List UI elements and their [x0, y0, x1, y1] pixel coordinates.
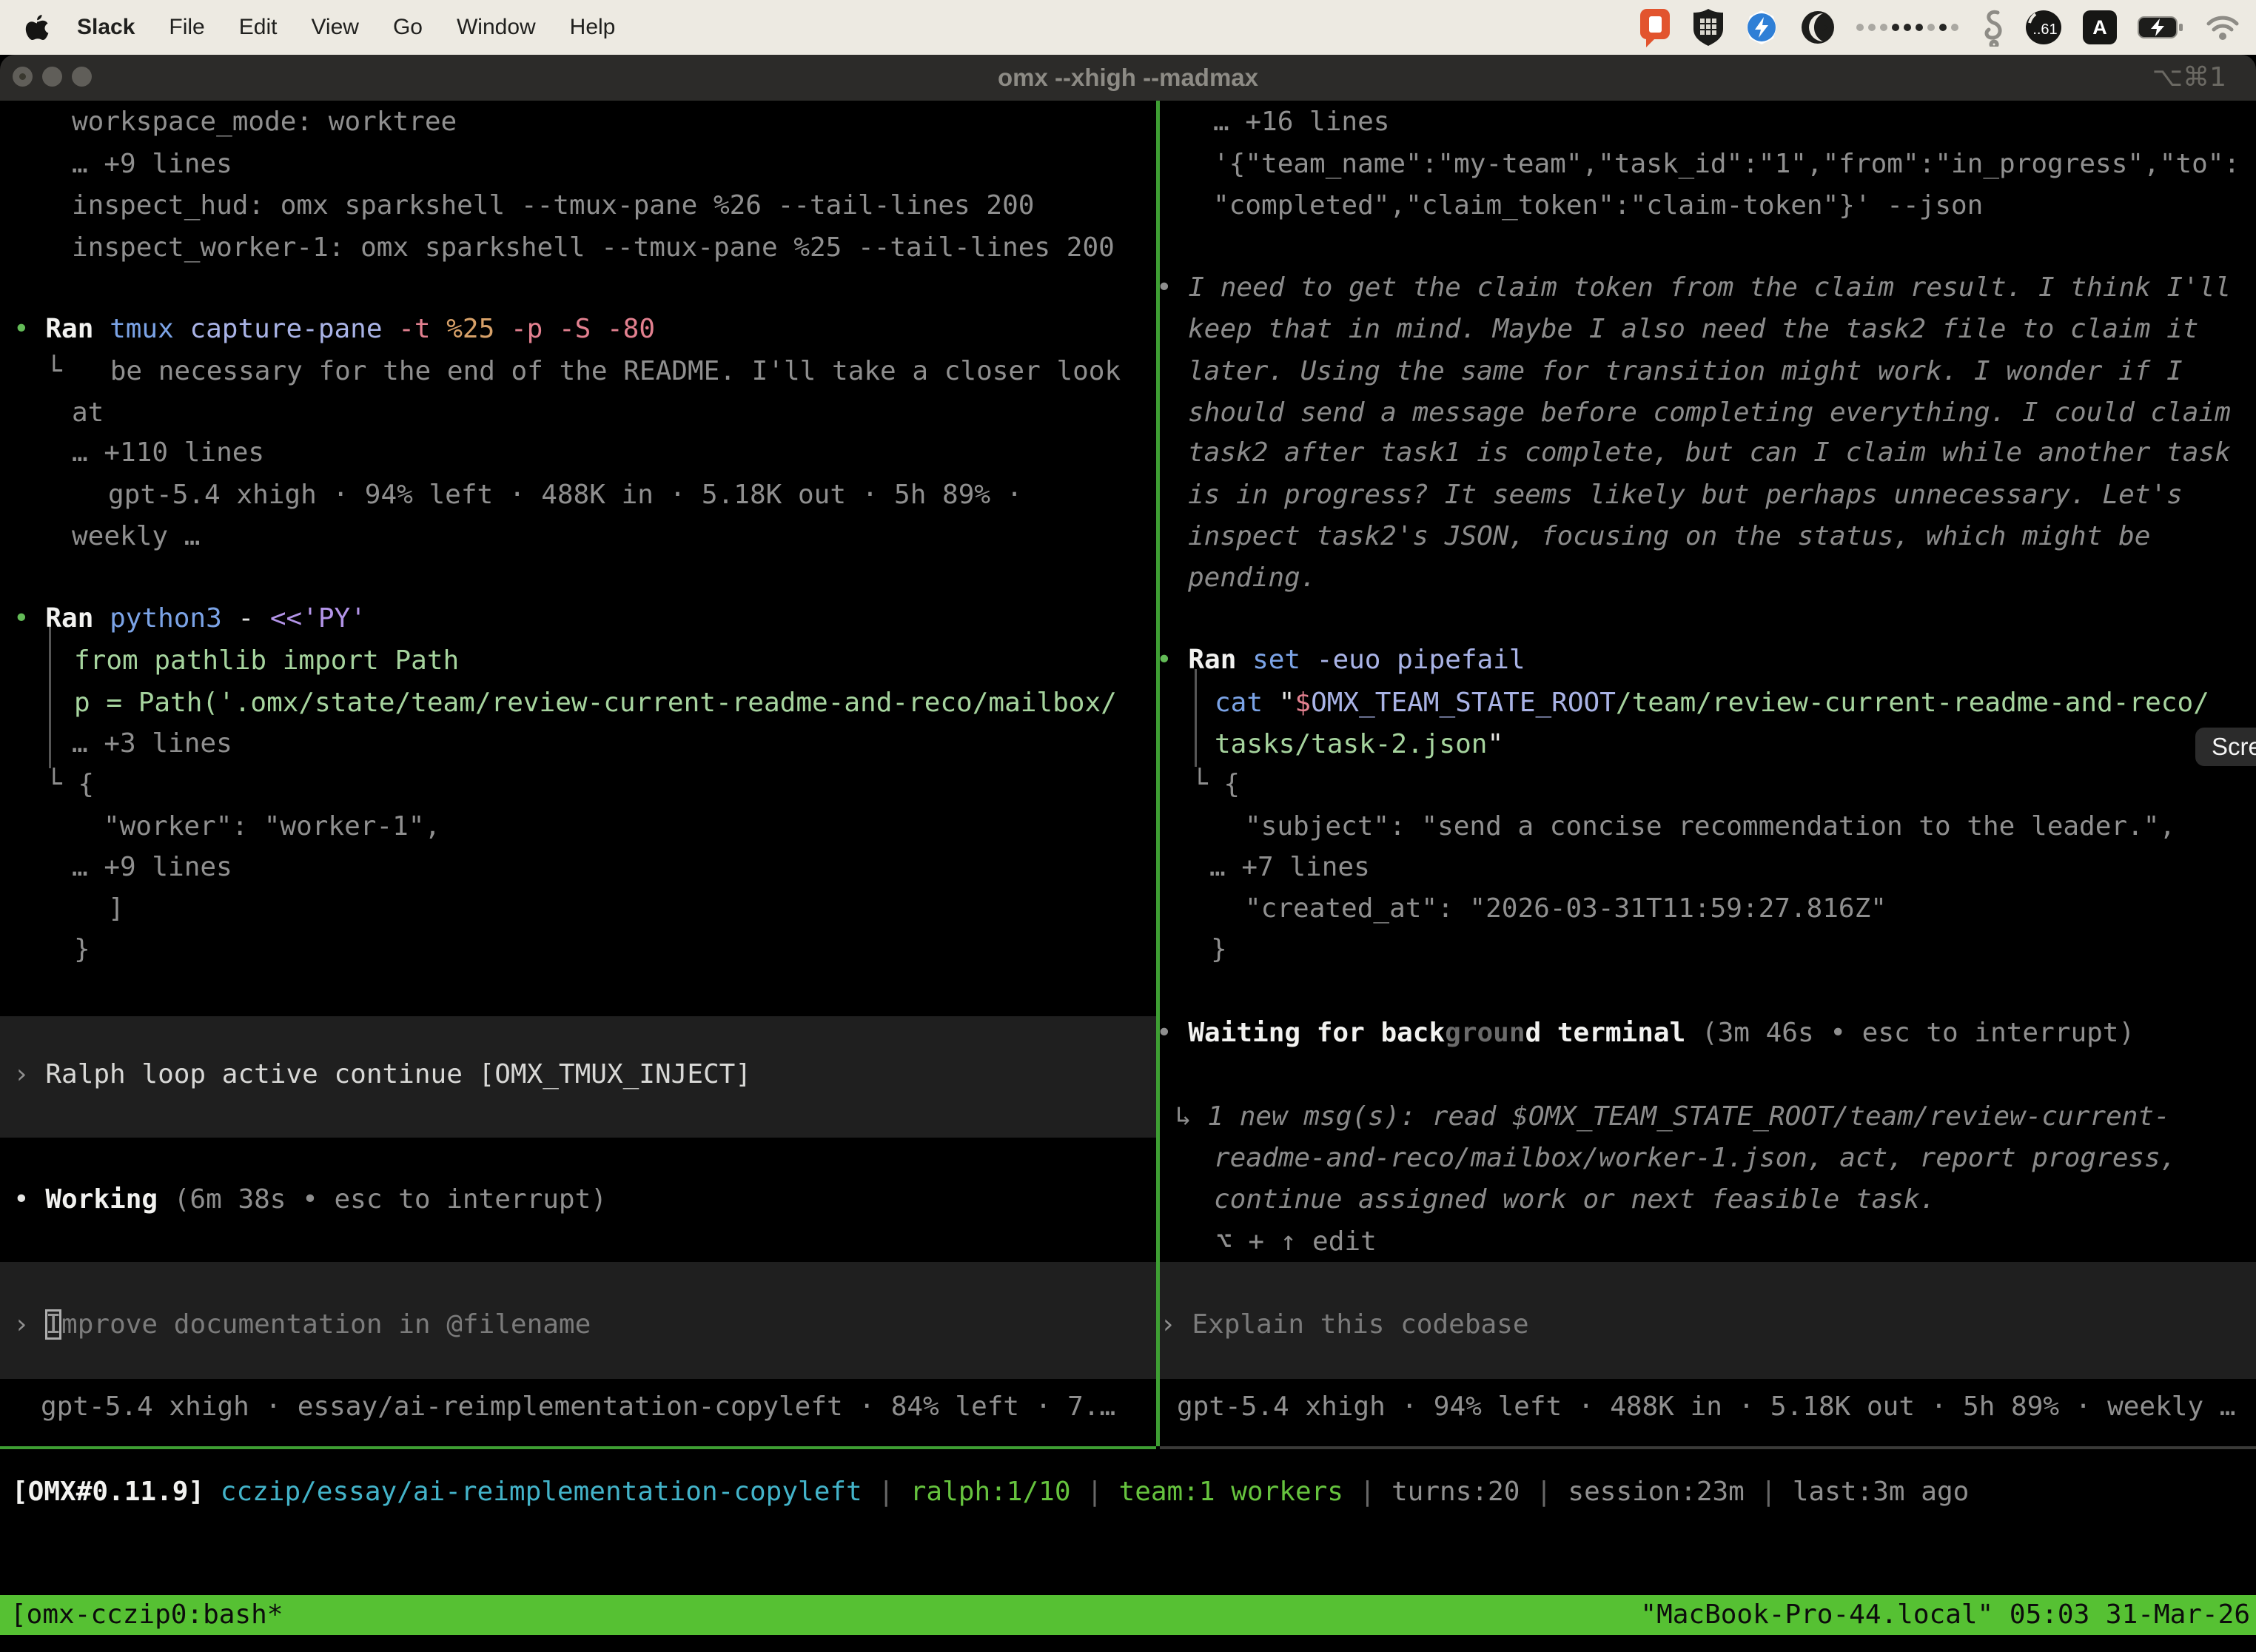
letter-a-app-icon[interactable]: A — [2083, 10, 2117, 44]
terminal-line: • Ran set -euo pipefail — [1156, 639, 1525, 681]
python-block-connector — [49, 626, 51, 768]
terminal-line: ⌥ + ↑ edit — [1216, 1221, 1377, 1263]
terminal-line: "created_at": "2026-03-31T11:59:27.816Z" — [1245, 888, 1887, 930]
screen-capture-tooltip: Scre — [2195, 728, 2256, 766]
terminal-line: … +3 lines — [72, 723, 232, 765]
terminal-line: '{"team_name":"my-team","task_id":"1","f… — [1213, 144, 2240, 185]
terminal-line: └ { — [1192, 764, 1240, 805]
tmux-session-label: [omx-cczip0:bash* — [10, 1595, 283, 1635]
terminal-line: "subject": "send a concise recommendatio… — [1245, 806, 2175, 847]
terminal-line: weekly … — [72, 516, 200, 557]
terminal-line: gpt-5.4 xhigh · essay/ai-reimplementatio… — [41, 1386, 1115, 1428]
terminal-line: cat "$OMX_TEAM_STATE_ROOT/team/review-cu… — [1215, 682, 2209, 724]
right-pane-bottom-border — [1160, 1446, 2256, 1449]
menu-item-go[interactable]: Go — [393, 15, 423, 40]
chat-app-icon[interactable] — [1637, 7, 1673, 47]
menu-item-help[interactable]: Help — [570, 15, 616, 40]
terminal-line: … +9 lines — [72, 144, 232, 185]
terminal-line: inspect task2's JSON, focusing on the st… — [1188, 516, 2150, 557]
terminal-line: gpt-5.4 xhigh · 94% left · 488K in · 5.1… — [1177, 1386, 2235, 1428]
window-title: omx --xhigh --madmax — [0, 55, 2256, 101]
terminal-line: inspect_hud: omx sparkshell --tmux-pane … — [72, 185, 1034, 226]
left-pane-bottom-border — [0, 1446, 1156, 1449]
terminal-line: from pathlib import Path — [74, 640, 459, 682]
terminal-line: } — [74, 929, 90, 970]
menu-item-file[interactable]: File — [169, 15, 204, 40]
badge-61-label: ..61 — [2032, 21, 2057, 38]
terminal-line: … +110 lines — [72, 432, 264, 474]
wifi-icon[interactable] — [2206, 14, 2240, 41]
battery-icon[interactable] — [2138, 16, 2185, 38]
terminal-line: "worker": "worker-1", — [104, 806, 440, 847]
terminal-line: … +9 lines — [72, 847, 232, 888]
menu-item-slack[interactable]: Slack — [77, 15, 135, 40]
badge-61-icon[interactable]: ..61 — [2025, 10, 2062, 45]
terminal-line: tasks/task-2.json" — [1215, 724, 1503, 765]
set-block-connector — [1195, 669, 1197, 767]
dots-grid-icon[interactable] — [1856, 24, 1958, 31]
terminal-line: continue assigned work or next feasible … — [1214, 1179, 1936, 1220]
menu-item-edit[interactable]: Edit — [239, 15, 278, 40]
menubar: Slack File Edit View Go Window Help — [0, 0, 2256, 55]
terminal-line: • Waiting for background terminal (3m 46… — [1156, 1013, 2135, 1054]
terminal-line: ] — [108, 888, 124, 930]
terminal-line: task2 after task1 is complete, but can I… — [1188, 432, 2231, 474]
terminal-line: gpt-5.4 xhigh · 94% left · 488K in · 5.1… — [108, 474, 1022, 516]
terminal-line: should send a message before completing … — [1188, 392, 2231, 434]
terminal-line: ↳ 1 new msg(s): read $OMX_TEAM_STATE_ROO… — [1175, 1096, 2170, 1138]
terminal-line: readme-and-reco/mailbox/worker-1.json, a… — [1214, 1138, 2176, 1179]
crescent-app-icon[interactable] — [1800, 10, 1836, 45]
terminal-line: inspect_worker-1: omx sparkshell --tmux-… — [72, 227, 1115, 269]
menu-items: Slack File Edit View Go Window Help — [49, 15, 615, 40]
terminal-line: • Ran tmux capture-pane -t %25 -p -S -80 — [13, 309, 655, 350]
squiggle-key-icon[interactable] — [1979, 8, 2004, 47]
menu-item-view[interactable]: View — [311, 15, 358, 40]
tmux-host-clock-label: "MacBook-Pro-44.local" 05:03 31-Mar-26 — [1640, 1595, 2250, 1635]
terminal-line: • I need to get the claim token from the… — [1156, 267, 2231, 309]
terminal-line: } — [1211, 929, 1227, 970]
terminal-line: └ be necessary for the end of the README… — [46, 351, 1121, 392]
terminal-line: "completed","claim_token":"claim-token"}… — [1213, 185, 1983, 226]
shield-app-icon[interactable] — [1693, 9, 1723, 46]
terminal-line: › Explain this codebase — [1160, 1304, 1529, 1346]
window-titlebar: omx --xhigh --madmax ⌥⌘1 — [0, 55, 2256, 101]
menubar-status-icons: ..61 A — [1637, 7, 2240, 47]
terminal-line: pending. — [1188, 557, 1316, 599]
terminal-line: keep that in mind. Maybe I also need the… — [1188, 309, 2198, 350]
terminal-line: › Ralph loop active continue [OMX_TMUX_I… — [13, 1054, 751, 1095]
tmux-status-bar: [omx-cczip0:bash* "MacBook-Pro-44.local"… — [0, 1595, 2256, 1635]
terminal-line: later. Using the same for transition mig… — [1188, 351, 2183, 392]
terminal-line: [OMX#0.11.9] cczip/essay/ai-reimplementa… — [12, 1471, 1969, 1513]
blue-bolt-app-icon[interactable] — [1744, 10, 1779, 45]
apple-menu-icon[interactable] — [25, 13, 49, 41]
terminal-line: › Improve documentation in @filename — [13, 1304, 591, 1346]
menu-item-window[interactable]: Window — [457, 15, 536, 40]
terminal-line: • Ran python3 - <<'PY' — [13, 598, 366, 639]
terminal-line: … +16 lines — [1213, 101, 1389, 143]
terminal-line: p = Path('.omx/state/team/review-current… — [74, 682, 1117, 724]
terminal-line: … +7 lines — [1209, 847, 1370, 888]
terminal-line: is in progress? It seems likely but perh… — [1188, 474, 2183, 516]
terminal-line: at — [72, 392, 104, 434]
window-shortcut-hint: ⌥⌘1 — [2152, 55, 2226, 101]
terminal-line: • Working (6m 38s • esc to interrupt) — [13, 1179, 607, 1220]
terminal-line: └ { — [46, 764, 94, 805]
terminal-content: workspace_mode: worktree… +9 linesinspec… — [0, 101, 2256, 1652]
terminal-line: workspace_mode: worktree — [72, 101, 457, 143]
